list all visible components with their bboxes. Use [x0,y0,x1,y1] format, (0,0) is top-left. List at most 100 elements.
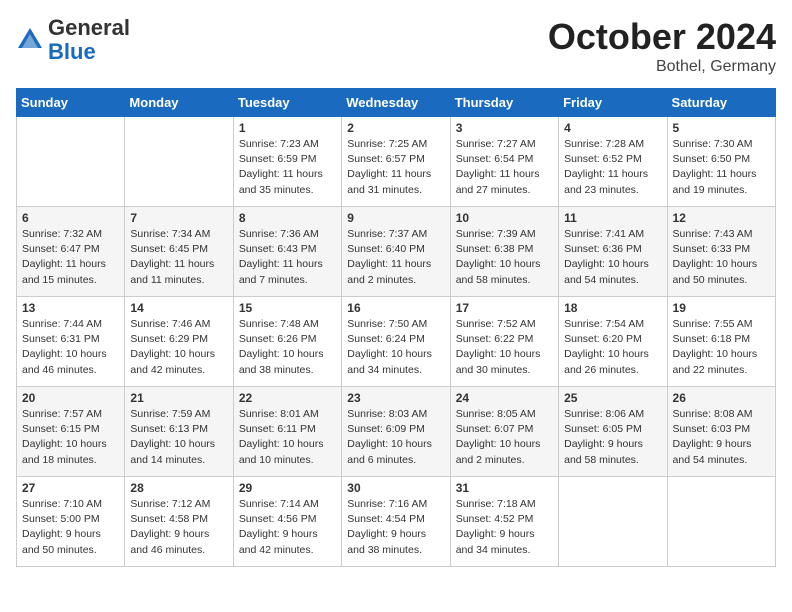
calendar-week-row: 1 Sunrise: 7:23 AM Sunset: 6:59 PM Daylig… [17,117,776,207]
logo-icon [16,26,44,54]
day-info: Sunrise: 7:50 AM Sunset: 6:24 PM Dayligh… [347,317,444,378]
page-header: General Blue October 2024 Bothel, German… [16,16,776,76]
location: Bothel, Germany [548,58,776,76]
day-info: Sunrise: 7:27 AM Sunset: 6:54 PM Dayligh… [456,137,553,198]
title-area: October 2024 Bothel, Germany [548,16,776,76]
calendar-cell: 6 Sunrise: 7:32 AM Sunset: 6:47 PM Daylig… [17,207,125,297]
day-info: Sunrise: 7:34 AM Sunset: 6:45 PM Dayligh… [130,227,227,288]
day-info: Sunrise: 7:36 AM Sunset: 6:43 PM Dayligh… [239,227,336,288]
calendar-cell: 4 Sunrise: 7:28 AM Sunset: 6:52 PM Daylig… [559,117,667,207]
calendar-cell: 26 Sunrise: 8:08 AM Sunset: 6:03 PM Dayli… [667,387,775,477]
weekday-header: Sunday [17,89,125,117]
calendar-cell: 28Sunrise: 7:12 AM Sunset: 4:58 PM Dayli… [125,477,233,567]
calendar-cell: 29 Sunrise: 7:14 AM Sunset: 4:56 PM Dayli… [233,477,341,567]
day-number: 21 [130,391,227,405]
day-info: Sunrise: 7:25 AM Sunset: 6:57 PM Dayligh… [347,137,444,198]
day-number: 14 [130,301,227,315]
calendar-cell: 21 Sunrise: 7:59 AM Sunset: 6:13 PM Dayli… [125,387,233,477]
day-info: Sunrise: 7:48 AM Sunset: 6:26 PM Dayligh… [239,317,336,378]
calendar-cell [17,117,125,207]
day-info: Sunrise: 7:41 AM Sunset: 6:36 PM Dayligh… [564,227,661,288]
calendar-cell: 2Sunrise: 7:25 AM Sunset: 6:57 PM Daylig… [342,117,450,207]
calendar-cell: 31 Sunrise: 7:18 AM Sunset: 4:52 PM Dayli… [450,477,558,567]
calendar-cell: 8 Sunrise: 7:36 AM Sunset: 6:43 PM Daylig… [233,207,341,297]
calendar-cell: 5Sunrise: 7:30 AM Sunset: 6:50 PM Daylig… [667,117,775,207]
day-info: Sunrise: 7:43 AM Sunset: 6:33 PM Dayligh… [673,227,770,288]
weekday-header: Monday [125,89,233,117]
day-number: 6 [22,211,119,225]
day-info: Sunrise: 7:14 AM Sunset: 4:56 PM Dayligh… [239,497,336,558]
month-title: October 2024 [548,16,776,58]
calendar-week-row: 13Sunrise: 7:44 AM Sunset: 6:31 PM Dayli… [17,297,776,387]
day-number: 26 [673,391,770,405]
day-number: 8 [239,211,336,225]
day-number: 4 [564,121,661,135]
day-info: Sunrise: 7:59 AM Sunset: 6:13 PM Dayligh… [130,407,227,468]
day-info: Sunrise: 8:01 AM Sunset: 6:11 PM Dayligh… [239,407,336,468]
weekday-header: Saturday [667,89,775,117]
day-number: 31 [456,481,553,495]
calendar-cell: 14 Sunrise: 7:46 AM Sunset: 6:29 PM Dayli… [125,297,233,387]
calendar-cell: 16 Sunrise: 7:50 AM Sunset: 6:24 PM Dayli… [342,297,450,387]
weekday-header-row: SundayMondayTuesdayWednesdayThursdayFrid… [17,89,776,117]
day-info: Sunrise: 7:55 AM Sunset: 6:18 PM Dayligh… [673,317,770,378]
day-info: Sunrise: 7:16 AM Sunset: 4:54 PM Dayligh… [347,497,444,558]
day-info: Sunrise: 7:57 AM Sunset: 6:15 PM Dayligh… [22,407,119,468]
calendar-cell: 17 Sunrise: 7:52 AM Sunset: 6:22 PM Dayli… [450,297,558,387]
day-number: 27 [22,481,119,495]
calendar-cell: 24 Sunrise: 8:05 AM Sunset: 6:07 PM Dayli… [450,387,558,477]
calendar-table: SundayMondayTuesdayWednesdayThursdayFrid… [16,88,776,567]
calendar-cell: 20 Sunrise: 7:57 AM Sunset: 6:15 PM Dayli… [17,387,125,477]
day-info: Sunrise: 7:52 AM Sunset: 6:22 PM Dayligh… [456,317,553,378]
day-number: 22 [239,391,336,405]
day-info: Sunrise: 8:03 AM Sunset: 6:09 PM Dayligh… [347,407,444,468]
calendar-cell: 18Sunrise: 7:54 AM Sunset: 6:20 PM Dayli… [559,297,667,387]
day-info: Sunrise: 8:06 AM Sunset: 6:05 PM Dayligh… [564,407,661,468]
calendar-cell [667,477,775,567]
day-info: Sunrise: 8:08 AM Sunset: 6:03 PM Dayligh… [673,407,770,468]
day-number: 15 [239,301,336,315]
day-number: 29 [239,481,336,495]
day-info: Sunrise: 7:32 AM Sunset: 6:47 PM Dayligh… [22,227,119,288]
day-info: Sunrise: 7:28 AM Sunset: 6:52 PM Dayligh… [564,137,661,198]
day-number: 25 [564,391,661,405]
day-number: 17 [456,301,553,315]
calendar-week-row: 20 Sunrise: 7:57 AM Sunset: 6:15 PM Dayli… [17,387,776,477]
weekday-header: Wednesday [342,89,450,117]
day-number: 24 [456,391,553,405]
calendar-cell [559,477,667,567]
calendar-cell: 7Sunrise: 7:34 AM Sunset: 6:45 PM Daylig… [125,207,233,297]
day-number: 3 [456,121,553,135]
day-number: 23 [347,391,444,405]
calendar-cell: 1 Sunrise: 7:23 AM Sunset: 6:59 PM Daylig… [233,117,341,207]
weekday-header: Friday [559,89,667,117]
weekday-header: Tuesday [233,89,341,117]
day-number: 20 [22,391,119,405]
day-number: 13 [22,301,119,315]
day-number: 10 [456,211,553,225]
calendar-cell: 10 Sunrise: 7:39 AM Sunset: 6:38 PM Dayli… [450,207,558,297]
logo: General Blue [16,16,130,64]
day-number: 16 [347,301,444,315]
day-info: Sunrise: 7:10 AM Sunset: 5:00 PM Dayligh… [22,497,119,558]
day-info: Sunrise: 7:30 AM Sunset: 6:50 PM Dayligh… [673,137,770,198]
calendar-cell: 22 Sunrise: 8:01 AM Sunset: 6:11 PM Dayli… [233,387,341,477]
weekday-header: Thursday [450,89,558,117]
day-number: 9 [347,211,444,225]
day-number: 18 [564,301,661,315]
day-info: Sunrise: 7:23 AM Sunset: 6:59 PM Dayligh… [239,137,336,198]
logo-text: General Blue [48,16,130,64]
day-info: Sunrise: 8:05 AM Sunset: 6:07 PM Dayligh… [456,407,553,468]
calendar-cell: 12Sunrise: 7:43 AM Sunset: 6:33 PM Dayli… [667,207,775,297]
day-info: Sunrise: 7:18 AM Sunset: 4:52 PM Dayligh… [456,497,553,558]
day-info: Sunrise: 7:39 AM Sunset: 6:38 PM Dayligh… [456,227,553,288]
day-number: 1 [239,121,336,135]
calendar-cell: 23 Sunrise: 8:03 AM Sunset: 6:09 PM Dayli… [342,387,450,477]
calendar-cell: 9Sunrise: 7:37 AM Sunset: 6:40 PM Daylig… [342,207,450,297]
day-info: Sunrise: 7:12 AM Sunset: 4:58 PM Dayligh… [130,497,227,558]
calendar-cell: 13Sunrise: 7:44 AM Sunset: 6:31 PM Dayli… [17,297,125,387]
calendar-cell [125,117,233,207]
day-info: Sunrise: 7:46 AM Sunset: 6:29 PM Dayligh… [130,317,227,378]
day-number: 30 [347,481,444,495]
day-number: 19 [673,301,770,315]
